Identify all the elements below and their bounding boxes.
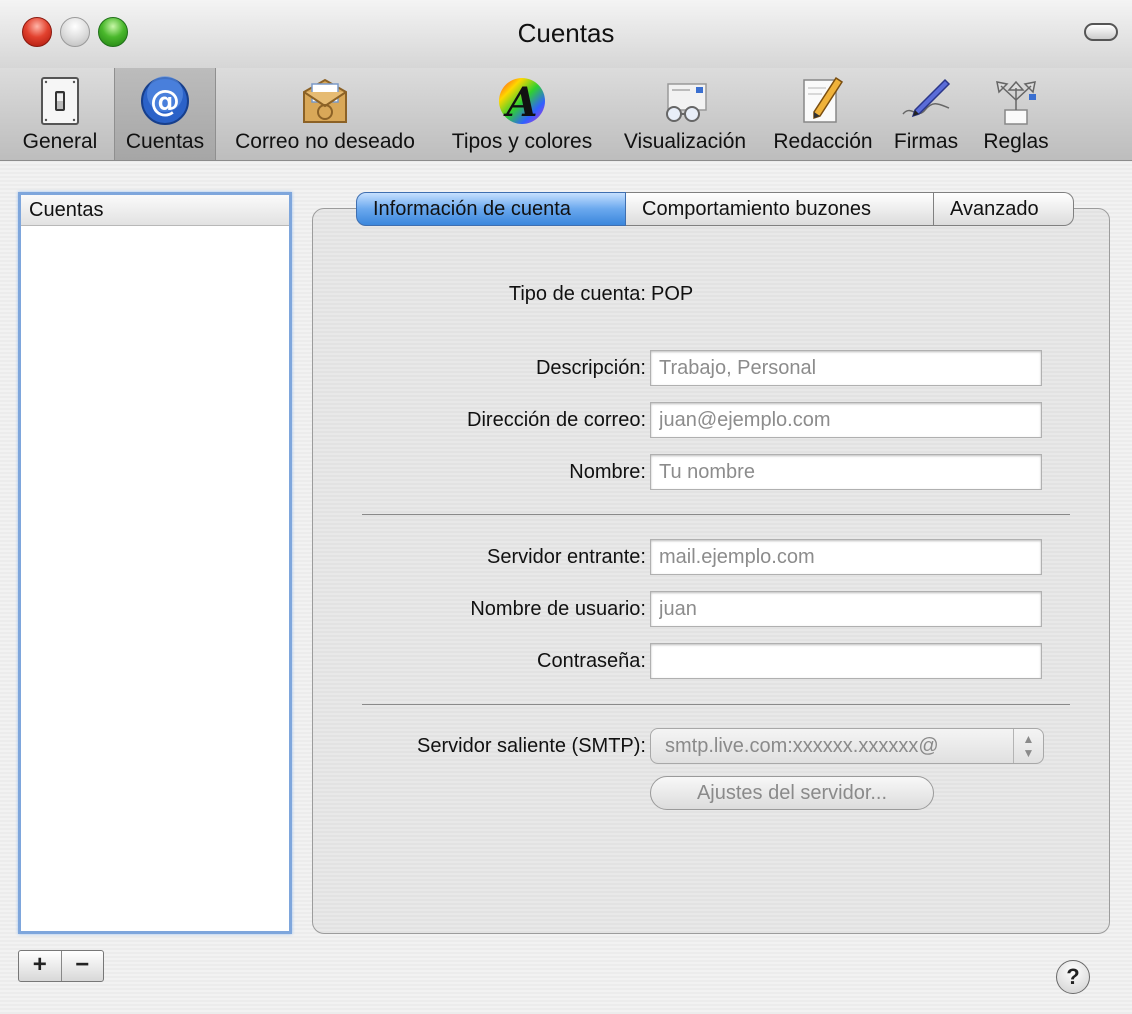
add-remove-buttons: + − <box>18 950 104 982</box>
add-account-button[interactable]: + <box>19 951 62 981</box>
toolbar-item-viewing[interactable]: Visualización <box>614 68 756 160</box>
toolbar-item-composing[interactable]: Redacción <box>766 68 880 160</box>
password-row: Contraseña: <box>312 643 1110 679</box>
title-bar: Cuentas <box>0 0 1132 69</box>
email-field[interactable] <box>650 402 1042 438</box>
svg-text:A: A <box>502 79 537 126</box>
rules-arrows-icon <box>996 80 1036 125</box>
password-input[interactable] <box>651 644 1041 678</box>
description-label: Descripción: <box>535 357 646 379</box>
server-settings-button[interactable]: Ajustes del servidor... <box>650 776 934 810</box>
full-name-label: Nombre: <box>569 461 646 483</box>
account-type-row: Tipo de cuenta: POP <box>312 276 1110 312</box>
toolbar-item-cuentas[interactable]: @ Cuentas <box>114 68 216 160</box>
fonts-colors-icon: A <box>499 78 545 126</box>
toolbar-item-label: Correo no deseado <box>235 130 415 153</box>
toolbar-item-label: Visualización <box>623 130 747 153</box>
email-label: Dirección de correo: <box>467 409 646 431</box>
svg-text:@: @ <box>150 84 180 119</box>
divider <box>362 704 1070 705</box>
toolbar-item-label: General <box>22 130 98 153</box>
divider <box>362 514 1070 515</box>
tab-account-information[interactable]: Información de cuenta <box>356 192 626 226</box>
full-name-input[interactable] <box>651 455 1041 489</box>
composing-pencil-icon <box>803 76 844 123</box>
tab-mailbox-behaviors[interactable]: Comportamiento buzones <box>626 192 934 226</box>
signature-pen-icon <box>902 78 951 118</box>
toolbar-item-label: Redacción <box>773 130 873 153</box>
username-row: Nombre de usuario: <box>312 591 1110 627</box>
full-name-row: Nombre: <box>312 454 1110 490</box>
accounts-list-header: Cuentas <box>21 195 289 226</box>
toolbar-item-signatures[interactable]: Firmas <box>886 68 966 160</box>
smtp-server-value: smtp.live.com:xxxxxx.xxxxxx@ <box>665 735 939 757</box>
account-type-value: POP <box>651 283 694 305</box>
description-field[interactable] <box>650 350 1042 386</box>
toolbar-item-rules[interactable]: Reglas <box>972 68 1060 160</box>
username-input[interactable] <box>651 592 1041 626</box>
email-row: Dirección de correo: <box>312 402 1110 438</box>
switch-icon <box>41 77 79 125</box>
at-icon: @ <box>141 76 189 125</box>
toolbar-item-label: Cuentas <box>125 130 205 153</box>
username-label: Nombre de usuario: <box>470 598 646 620</box>
password-field[interactable] <box>650 643 1042 679</box>
description-input[interactable] <box>651 351 1041 385</box>
incoming-server-label: Servidor entrante: <box>487 546 646 568</box>
tab-bar: Información de cuenta Comportamiento buz… <box>356 192 1074 226</box>
smtp-row: Servidor saliente (SMTP): smtp.live.com:… <box>312 728 1110 764</box>
toolbar-item-label: Tipos y colores <box>451 130 593 153</box>
remove-account-button[interactable]: − <box>62 951 104 981</box>
toolbar-item-label: Reglas <box>983 130 1049 153</box>
password-label: Contraseña: <box>537 650 646 672</box>
viewing-glasses-icon <box>666 83 707 122</box>
toolbar-item-label: Firmas <box>893 130 959 153</box>
email-input[interactable] <box>651 403 1041 437</box>
account-type-label: Tipo de cuenta: <box>508 283 646 305</box>
incoming-server-row: Servidor entrante: <box>312 539 1110 575</box>
help-button[interactable]: ? <box>1056 960 1090 994</box>
toolbar-toggle-button[interactable] <box>1084 23 1118 41</box>
accounts-list[interactable]: Cuentas <box>18 192 292 934</box>
updown-arrows-icon: ▲ ▼ <box>1013 729 1043 763</box>
smtp-label: Servidor saliente (SMTP): <box>417 735 646 757</box>
tab-advanced[interactable]: Avanzado <box>934 192 1074 226</box>
preferences-toolbar: General @ Cuentas Correo no deseado A Ti… <box>0 68 1132 161</box>
preferences-window: Cuentas General @ Cuentas Correo no dese… <box>0 0 1132 1014</box>
description-row: Descripción: <box>312 350 1110 386</box>
junk-mail-icon <box>303 78 347 123</box>
username-field[interactable] <box>650 591 1042 627</box>
toolbar-item-fonts-colors[interactable]: A Tipos y colores <box>434 68 610 160</box>
full-name-field[interactable] <box>650 454 1042 490</box>
window-title: Cuentas <box>517 18 615 48</box>
smtp-server-select[interactable]: smtp.live.com:xxxxxx.xxxxxx@ ▲ ▼ <box>650 728 1044 764</box>
toolbar-item-junk-mail[interactable]: Correo no deseado <box>222 68 428 160</box>
toolbar-item-general[interactable]: General <box>10 68 110 160</box>
incoming-server-field[interactable] <box>650 539 1042 575</box>
incoming-server-input[interactable] <box>651 540 1041 574</box>
